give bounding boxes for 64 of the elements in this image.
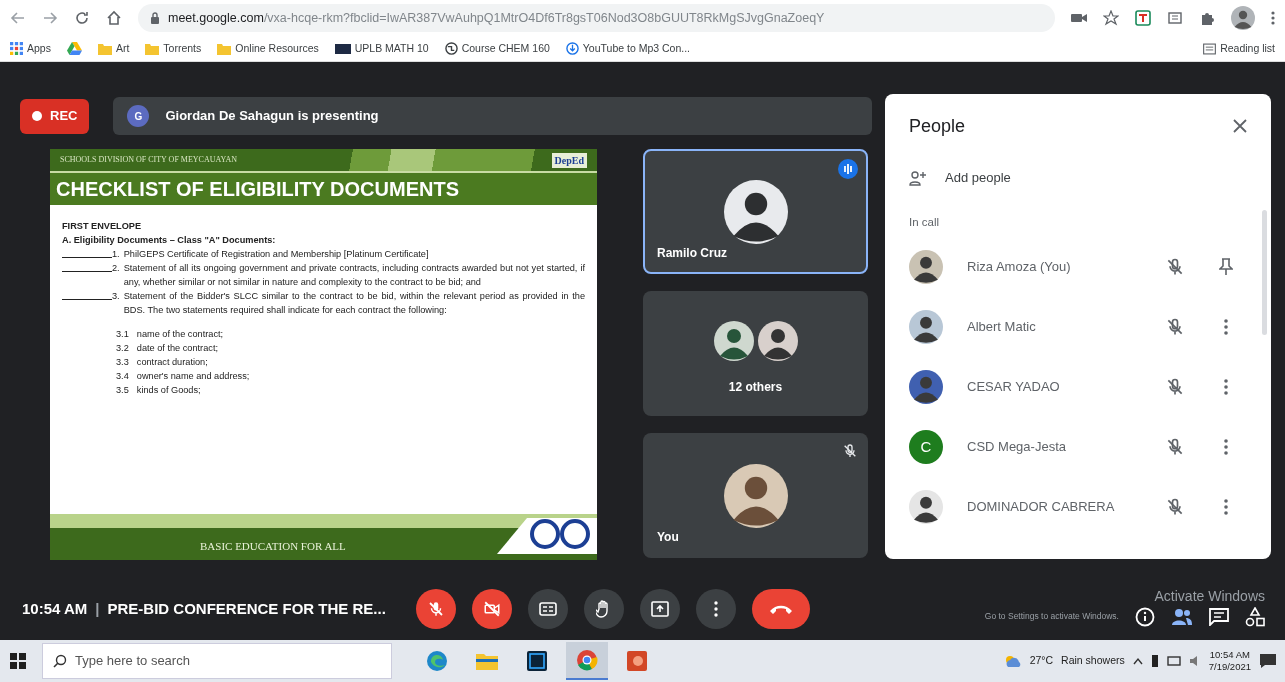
bookmark[interactable]: Apps — [10, 40, 51, 57]
item-text: Statement of the Bidder's SLCC similar to the contract to be bid, within the relevant period as provided in the BDS. The two statements required shall indicate for each contract the following: — [123, 290, 585, 317]
item-number: 3.4 — [116, 370, 129, 383]
participant-row[interactable]: C CSD Mega-Jesta — [909, 416, 1233, 477]
participant-name: Riza Amoza (You) — [967, 258, 1072, 276]
slide-title: CHECKLIST OF ELIGIBILITY DOCUMENTS — [50, 171, 597, 205]
add-people-button[interactable]: Add people — [909, 168, 1271, 188]
item-number: 1. — [112, 248, 120, 261]
slide-heading: FIRST ENVELOPE — [62, 220, 143, 233]
weather-text: Rain showers — [1061, 653, 1125, 669]
participant-count: 12 others — [728, 379, 783, 396]
item-number: 3. — [112, 290, 120, 303]
meeting-title: PRE-BID CONFERENCE FOR THE RE... — [107, 598, 386, 619]
item-number: 3.2 — [116, 342, 129, 355]
participant-tile[interactable]: You — [643, 433, 868, 558]
item-text: name of the contract; — [136, 328, 224, 341]
participant-name: Albert Matic — [967, 318, 1037, 336]
participant-row[interactable]: CESAR YADAO — [909, 356, 1233, 417]
bookmark[interactable]: UPLB MATH 10 — [334, 40, 429, 57]
bookmark[interactable]: YouTube to Mp3 Con... — [565, 40, 691, 57]
url-text: meet.google.com/vxa-hcqe-rkm?fbclid=IwAR387VwAuhpQ1MtrO4Df6Tr8gsT06Nod3O8bGUUT8RkMgSJvgGnaZoeqY — [168, 9, 825, 27]
bookmark[interactable]: Torrents — [145, 40, 202, 57]
separator: | — [95, 598, 100, 619]
participant-row[interactable]: Albert Matic — [909, 296, 1233, 357]
participant-name: CSD Mega-Jesta — [967, 438, 1067, 456]
reading-list[interactable]: Reading list — [1203, 40, 1275, 57]
bookmark[interactable]: Art — [97, 40, 130, 57]
bookmark[interactable]: Online Resources — [217, 40, 319, 57]
item-text: Statement of all its ongoing government and private contracts, including contracts awarded but not yet started, if any, whether similar or not similar in nature and complexity to the contract to be bid; and — [123, 262, 585, 289]
taskbar-clock[interactable]: 10:54 AM 7/19/2021 — [1208, 649, 1251, 673]
slogan-text: BASIC EDUCATION FOR ALL — [200, 538, 346, 554]
bookmark[interactable]: Course CHEM 160 — [444, 40, 550, 57]
section-label: In call — [909, 214, 941, 230]
presenting-text: Giordan De Sahagun is presenting — [165, 107, 379, 126]
activation-title: Activate Windows — [1154, 586, 1265, 606]
participant-name: Ramilo Cruz — [657, 245, 727, 262]
item-text: owner's name and address; — [136, 370, 250, 383]
logo-text: DepEd — [551, 152, 587, 168]
panel-title: People — [909, 114, 966, 138]
activation-hint: Go to Settings to activate Windows. — [984, 610, 1119, 623]
participant-tile[interactable]: Ramilo Cruz — [643, 149, 868, 274]
presenter-avatar: G — [127, 105, 150, 127]
item-text: kinds of Goods; — [136, 384, 201, 397]
item-number: 3.5 — [116, 384, 129, 397]
participant-row[interactable]: DOMINADOR CABRERA — [909, 476, 1233, 537]
item-text: contract duration; — [136, 356, 208, 369]
recording-button[interactable]: REC — [20, 98, 90, 134]
item-number: 3.1 — [116, 328, 129, 341]
division-text: SCHOOLS DIVISION OF CITY OF MEYCAUAYAN — [60, 154, 237, 166]
participant-row[interactable]: Riza Amoza (You) — [909, 236, 1233, 297]
participant-name: DOMINADOR CABRERA — [967, 498, 1116, 516]
section-heading: A. Eligibility Documents – Class "A" Documents: — [62, 234, 277, 247]
participant-tile[interactable]: 12 others — [643, 291, 868, 416]
participant-name: You — [657, 529, 679, 546]
participant-name: CESAR YADAO — [967, 378, 1061, 396]
item-text: date of the contract; — [136, 342, 218, 355]
address-bar[interactable]: meet.google.com/vxa-hcqe-rkm?fbclid=IwAR387VwAuhpQ1MtrO4Df6Tr8gsT06Nod3O8bGUUT8RkMgSJvgGnaZoeqY — [138, 4, 1055, 32]
temperature-text: 27°C — [1029, 653, 1054, 669]
item-number: 3.3 — [116, 356, 129, 369]
taskbar-search-field[interactable]: Type here to search — [42, 643, 392, 679]
avatar: C — [909, 429, 943, 464]
meeting-time: 10:54 AM — [22, 598, 88, 619]
item-number: 2. — [112, 262, 120, 275]
item-text: PhilGEPS Certificate of Registration and Membership [Platinum Certificate] — [123, 248, 429, 261]
